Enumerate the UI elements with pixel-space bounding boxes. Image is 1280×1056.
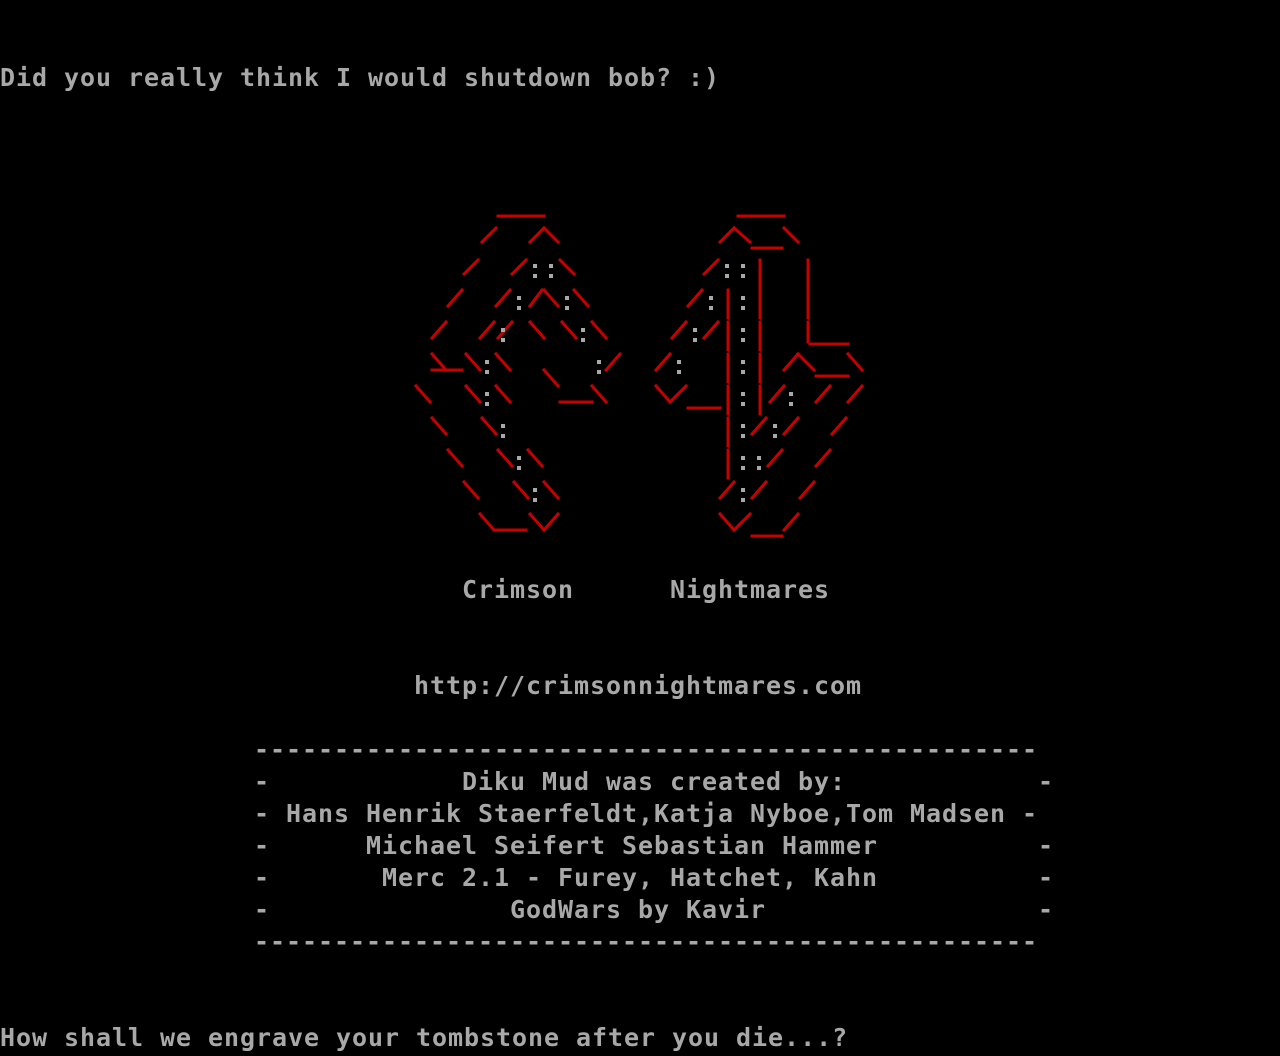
logo-right-glyph — [653, 214, 865, 538]
credits-rule-top: ----------------------------------------… — [254, 735, 1039, 764]
server-message: Did you really think I would shutdown bo… — [0, 63, 721, 92]
credits-line: - Michael Seifert Sebastian Hammer - — [254, 831, 1055, 860]
credits-line: - Diku Mud was created by: - — [254, 767, 1055, 796]
logo-word-crimson: Crimson — [462, 575, 575, 604]
input-prompt[interactable]: How shall we engrave your tombstone afte… — [0, 1022, 848, 1054]
logo-word-nightmares: Nightmares — [670, 575, 831, 604]
credits-box: ----------------------------------------… — [254, 734, 1054, 958]
logo-left-glyph — [413, 214, 623, 533]
credits-line: - Merc 2.1 - Furey, Hatchet, Kahn - — [254, 863, 1055, 892]
credits-rule-bottom: ----------------------------------------… — [254, 927, 1039, 956]
credits-line: - Hans Henrik Staerfeldt,Katja Nyboe,Tom… — [254, 799, 1039, 828]
crimson-nightmares-logo — [413, 214, 865, 538]
website-url: http://crimsonnightmares.com — [414, 671, 863, 700]
terminal-screen[interactable]: Did you really think I would shutdown bo… — [0, 0, 1280, 1056]
credits-line: - GodWars by Kavir - — [254, 895, 1055, 924]
